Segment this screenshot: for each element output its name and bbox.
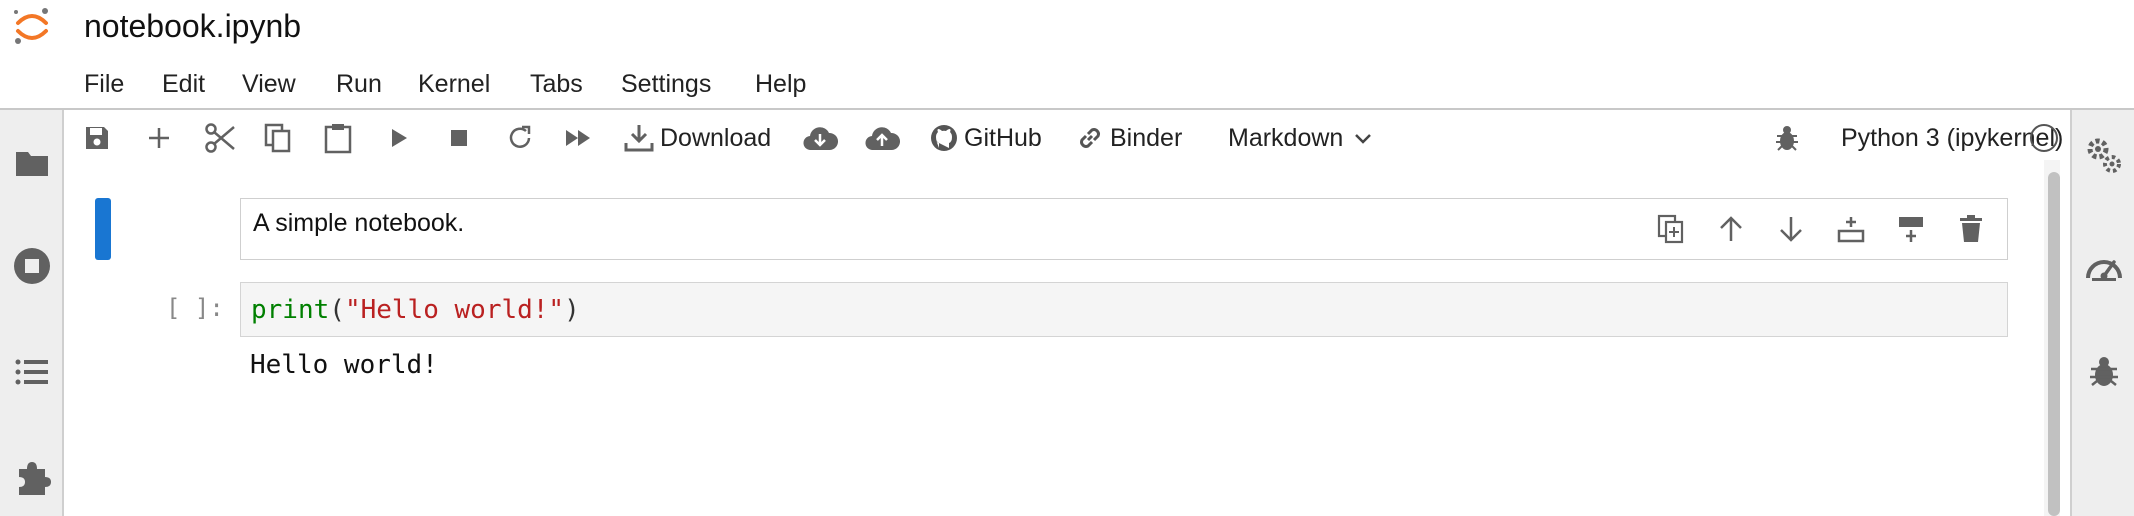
chevron-down-icon [1355,134,1372,144]
delete-icon[interactable] [1951,209,1991,249]
insert-above-icon[interactable] [1831,209,1871,249]
download-button[interactable]: Download [624,118,771,158]
code-paren-close: ) [564,295,580,325]
copy-icon[interactable] [264,118,292,158]
menu-edit[interactable]: Edit [162,64,205,104]
running-icon[interactable] [12,246,52,286]
save-icon[interactable] [84,118,110,158]
menu-view[interactable]: View [242,64,296,104]
folder-icon[interactable] [12,142,52,182]
restart-icon[interactable] [506,118,534,158]
duplicate-icon[interactable] [1651,209,1691,249]
binder-button[interactable]: Binder [1076,118,1182,158]
menu-run[interactable]: Run [336,64,382,104]
cell-type-select[interactable]: Markdown [1222,118,1373,158]
markdown-cell[interactable]: A simple notebook. [240,198,2008,260]
markdown-cell-text: A simple notebook. [253,209,465,237]
property-inspector-icon[interactable] [2084,136,2124,176]
scrollbar-thumb[interactable] [2048,172,2060,516]
link-icon [1080,128,1100,148]
top-header: notebook.ipynb [0,0,2134,54]
github-icon [931,125,957,151]
scissors-icon[interactable] [204,118,236,158]
code-string-token: "Hello world!" [344,295,565,325]
jupyter-logo-icon[interactable] [10,4,54,48]
left-sidebar [0,110,64,516]
menu-help[interactable]: Help [755,64,806,104]
download-icon [624,125,654,152]
extensions-icon[interactable] [12,458,52,498]
stop-icon[interactable] [448,118,470,158]
code-line: print("Hello world!") [251,295,580,325]
binder-label: Binder [1110,123,1183,152]
toc-icon[interactable] [12,352,52,392]
menu-kernel[interactable]: Kernel [418,64,490,104]
code-cell-prompt: [ ]: [166,294,224,322]
cell-type-value: Markdown [1228,123,1344,152]
menu-bar: File Edit View Run Kernel Tabs Settings … [0,64,2134,104]
run-icon[interactable] [388,118,410,158]
notebook-title[interactable]: notebook.ipynb [84,6,301,46]
debugger-icon[interactable] [2084,352,2124,392]
move-up-icon[interactable] [1711,209,1751,249]
menu-file[interactable]: File [84,64,124,104]
insert-below-icon[interactable] [1891,209,1931,249]
bug-icon[interactable] [1774,118,1800,158]
menu-tabs[interactable]: Tabs [530,64,583,104]
move-down-icon[interactable] [1771,209,1811,249]
plus-icon[interactable] [146,118,172,158]
cloud-upload-icon[interactable] [864,118,900,158]
kernel-status-icon [2030,124,2058,152]
fast-forward-icon[interactable] [564,118,594,158]
github-button[interactable]: GitHub [930,118,1042,158]
menu-settings[interactable]: Settings [621,64,711,104]
active-cell-indicator[interactable] [95,198,111,260]
paste-icon[interactable] [324,118,352,158]
gauge-icon[interactable] [2084,246,2124,286]
notebook-toolbar: Download GitHub Binder Markdown Python 3… [66,110,2070,166]
code-cell-output: Hello world! [250,350,438,380]
cloud-download-icon[interactable] [802,118,838,158]
download-label: Download [660,123,772,152]
code-function-token: print [251,295,330,325]
github-label: GitHub [964,123,1042,152]
code-cell-editor[interactable]: print("Hello world!") [240,282,2008,337]
right-sidebar [2070,110,2134,516]
code-paren-open: ( [329,295,345,325]
